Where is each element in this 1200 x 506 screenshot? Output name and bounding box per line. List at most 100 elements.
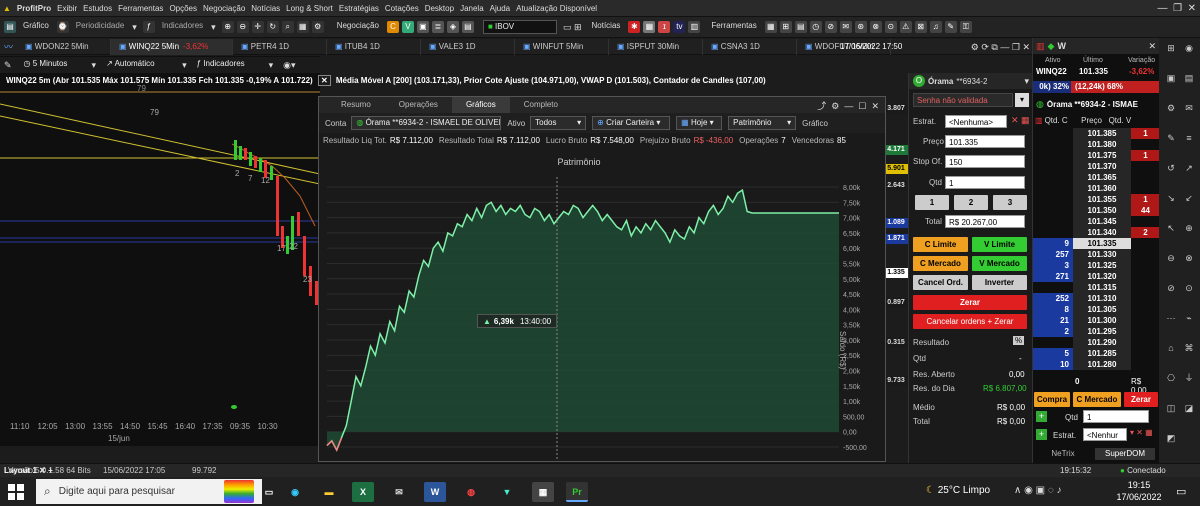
book-bid-row[interactable]: 10 101.280 — [1033, 359, 1160, 370]
book-tab-netrix[interactable]: NeTrix — [1033, 448, 1093, 460]
side-tool-icon[interactable]: ⚙ — [1165, 102, 1177, 114]
periodo-select[interactable]: ▦ Hoje ▾ — [676, 116, 723, 130]
book-ask-row[interactable]: 101.350 44 — [1033, 205, 1160, 216]
chrome-icon[interactable]: ◍ — [460, 482, 482, 502]
book-bid-row[interactable]: 2 101.295 — [1033, 326, 1160, 337]
book-ask-row[interactable]: 101.370 — [1033, 161, 1160, 172]
book-ask-row[interactable]: 101.380 — [1033, 139, 1160, 150]
menu-item[interactable]: Exibir — [54, 0, 80, 17]
price-chart[interactable]: 79 79 2 7 12 17 22 23 11:10 12:05 13:00 13:… — [0, 56, 320, 446]
side-tool-icon[interactable]: ⏚ — [1183, 372, 1195, 384]
book-ask-row[interactable]: 101.340 2 — [1033, 227, 1160, 238]
book-bid-row[interactable]: 271 101.320 — [1033, 271, 1160, 282]
pencil-icon[interactable]: ✎ — [4, 60, 12, 71]
chart-tab[interactable]: ▣ VALE3 1D — [421, 38, 516, 55]
side-tool-icon[interactable]: ◫ — [1165, 402, 1177, 414]
side-tool-icon[interactable]: ⌂ — [1165, 342, 1177, 354]
menu-item[interactable]: Opções — [166, 0, 200, 17]
vpn-icon[interactable]: ▼ — [496, 482, 518, 502]
zerar-button[interactable]: Zerar — [913, 295, 1027, 310]
maximize-icon[interactable]: ❐ — [1012, 42, 1020, 52]
side-tool-icon[interactable]: ⎔ — [1165, 372, 1177, 384]
book-zerar-button[interactable]: Zerar — [1124, 392, 1158, 407]
book-estrat-select[interactable]: <Nenhur — [1083, 428, 1127, 441]
chart-tab[interactable]: ▣ PETR4 1D — [233, 38, 328, 55]
strategy-icon[interactable]: ◈ — [446, 21, 459, 33]
tool-icon-2[interactable]: ⊞ — [779, 21, 792, 33]
menu-item[interactable]: Atualização Disponível — [513, 0, 600, 17]
tool-icon-5[interactable]: ⊘ — [824, 21, 837, 33]
side-tool-icon[interactable]: ⊕ — [1183, 222, 1195, 234]
tool-icon-4[interactable]: ◷ — [809, 21, 822, 33]
side-tool-icon[interactable]: ◪ — [1183, 402, 1195, 414]
side-tool-icon[interactable]: ↺ — [1165, 162, 1177, 174]
menu-item[interactable]: Negociação — [200, 0, 248, 17]
book-plus-icon[interactable]: + — [1036, 411, 1047, 422]
indicators-dropdown[interactable]: ƒ Indicadores — [193, 58, 263, 72]
side-tool-icon[interactable]: ⊗ — [1183, 252, 1195, 264]
menu-item[interactable]: Estudos — [80, 0, 115, 17]
tool-icon-1[interactable]: ▦ — [764, 21, 777, 33]
qtd-input[interactable]: 1 — [945, 176, 1025, 189]
estrat-icons[interactable]: ✕ ▦ — [1011, 115, 1030, 126]
book-plus-icon-2[interactable]: + — [1036, 429, 1047, 440]
book-ask-row[interactable]: 101.375 1 — [1033, 150, 1160, 161]
zoom-out-icon[interactable]: ⊖ — [236, 21, 249, 33]
order-icon[interactable]: ▣ — [416, 21, 429, 33]
zoom-in-icon[interactable]: ⊕ — [221, 21, 234, 33]
c-limite-button[interactable]: C Limite — [913, 237, 968, 252]
percent-toggle-icon[interactable]: % — [1013, 336, 1025, 345]
book-bid-row[interactable]: 21 101.300 — [1033, 315, 1160, 326]
menu-item[interactable]: Estratégias — [336, 0, 382, 17]
share-icon[interactable]: ⤴ — [817, 101, 826, 111]
file-explorer-icon[interactable]: ▬ — [318, 482, 340, 502]
book-bid-row[interactable]: 257 101.330 — [1033, 249, 1160, 260]
eye-icon[interactable]: ◉▾ — [283, 60, 295, 71]
tool-icon-8[interactable]: ⊗ — [869, 21, 882, 33]
book-c-mercado-button[interactable]: C Mercado — [1073, 392, 1121, 407]
qtd-1-button[interactable]: 1 — [915, 195, 949, 210]
book-bid-row[interactable]: 5 101.285 — [1033, 348, 1160, 359]
settings-icon[interactable]: ⚙ — [311, 21, 324, 33]
minimize-icon[interactable]: — — [1000, 42, 1009, 52]
book-bid-row[interactable]: 3 101.325 — [1033, 260, 1160, 271]
book-ask-row[interactable]: 101.365 — [1033, 172, 1160, 183]
menu-item[interactable]: Ajuda — [487, 0, 513, 17]
patrimonio-tab[interactable]: Operações — [385, 97, 452, 113]
side-tool-icon[interactable]: ◉ — [1183, 42, 1195, 54]
qtd-2-button[interactable]: 2 — [954, 195, 988, 210]
calculator-icon[interactable]: ▦ — [532, 482, 554, 502]
v-mercado-button[interactable]: V Mercado — [972, 256, 1027, 271]
close-icon[interactable]: ✕ — [871, 101, 879, 111]
period-dropdown[interactable]: ◷ 5 Minutos — [20, 58, 86, 72]
tool-icon-3[interactable]: ▤ — [794, 21, 807, 33]
side-tool-icon[interactable]: ↗ — [1183, 162, 1195, 174]
patrimonio-tab[interactable]: Gráficos — [451, 97, 510, 113]
side-tool-icon[interactable]: ⋯ — [1165, 312, 1177, 324]
chevron-down-icon[interactable]: ▾ — [1024, 76, 1029, 87]
periodicidade-dropdown[interactable]: Periodicidade — [72, 20, 128, 34]
grid-icon[interactable]: ▦ — [296, 21, 309, 33]
menu-item[interactable]: Notícias — [248, 0, 283, 17]
magnifier-icon[interactable]: ⌕ — [281, 21, 294, 33]
preco-input[interactable]: 101.335 — [945, 135, 1025, 148]
tool-icon-13[interactable]: ✎ — [944, 21, 957, 33]
side-tool-icon[interactable]: ✉ — [1183, 102, 1195, 114]
refresh-icon[interactable]: ↻ — [266, 21, 279, 33]
side-tool-icon[interactable]: ⌘ — [1183, 342, 1195, 354]
chart-tab[interactable]: ▣ WDON22 5Min — [17, 38, 112, 55]
grafico-button[interactable]: Gráfico — [19, 20, 53, 34]
maximize-icon[interactable]: ☐ — [858, 101, 866, 111]
minimize-icon[interactable]: — — [1158, 3, 1168, 14]
chart-tab[interactable]: ▣ WINQ22 5Min -3,62% — [111, 38, 234, 55]
menu-item[interactable]: Long & Short — [283, 0, 336, 17]
side-tool-icon[interactable]: ⊘ — [1165, 282, 1177, 294]
conta-select[interactable]: ◍ Órama **6934-2 - ISMAEL DE OLIVEIRA — [351, 116, 502, 130]
chart-tab[interactable]: ▣ ISPFUT 30Min — [609, 38, 704, 55]
menu-item[interactable]: Ferramentas — [115, 0, 166, 17]
chart-tab[interactable]: ▣ ITUB4 1D — [327, 38, 422, 55]
v-limite-button[interactable]: V Limite — [972, 237, 1027, 252]
patrimonio-tab[interactable]: Completo — [510, 97, 572, 113]
side-tool-icon[interactable]: ✎ — [1165, 132, 1177, 144]
book-tab-superdom[interactable]: SuperDOM — [1095, 448, 1155, 460]
